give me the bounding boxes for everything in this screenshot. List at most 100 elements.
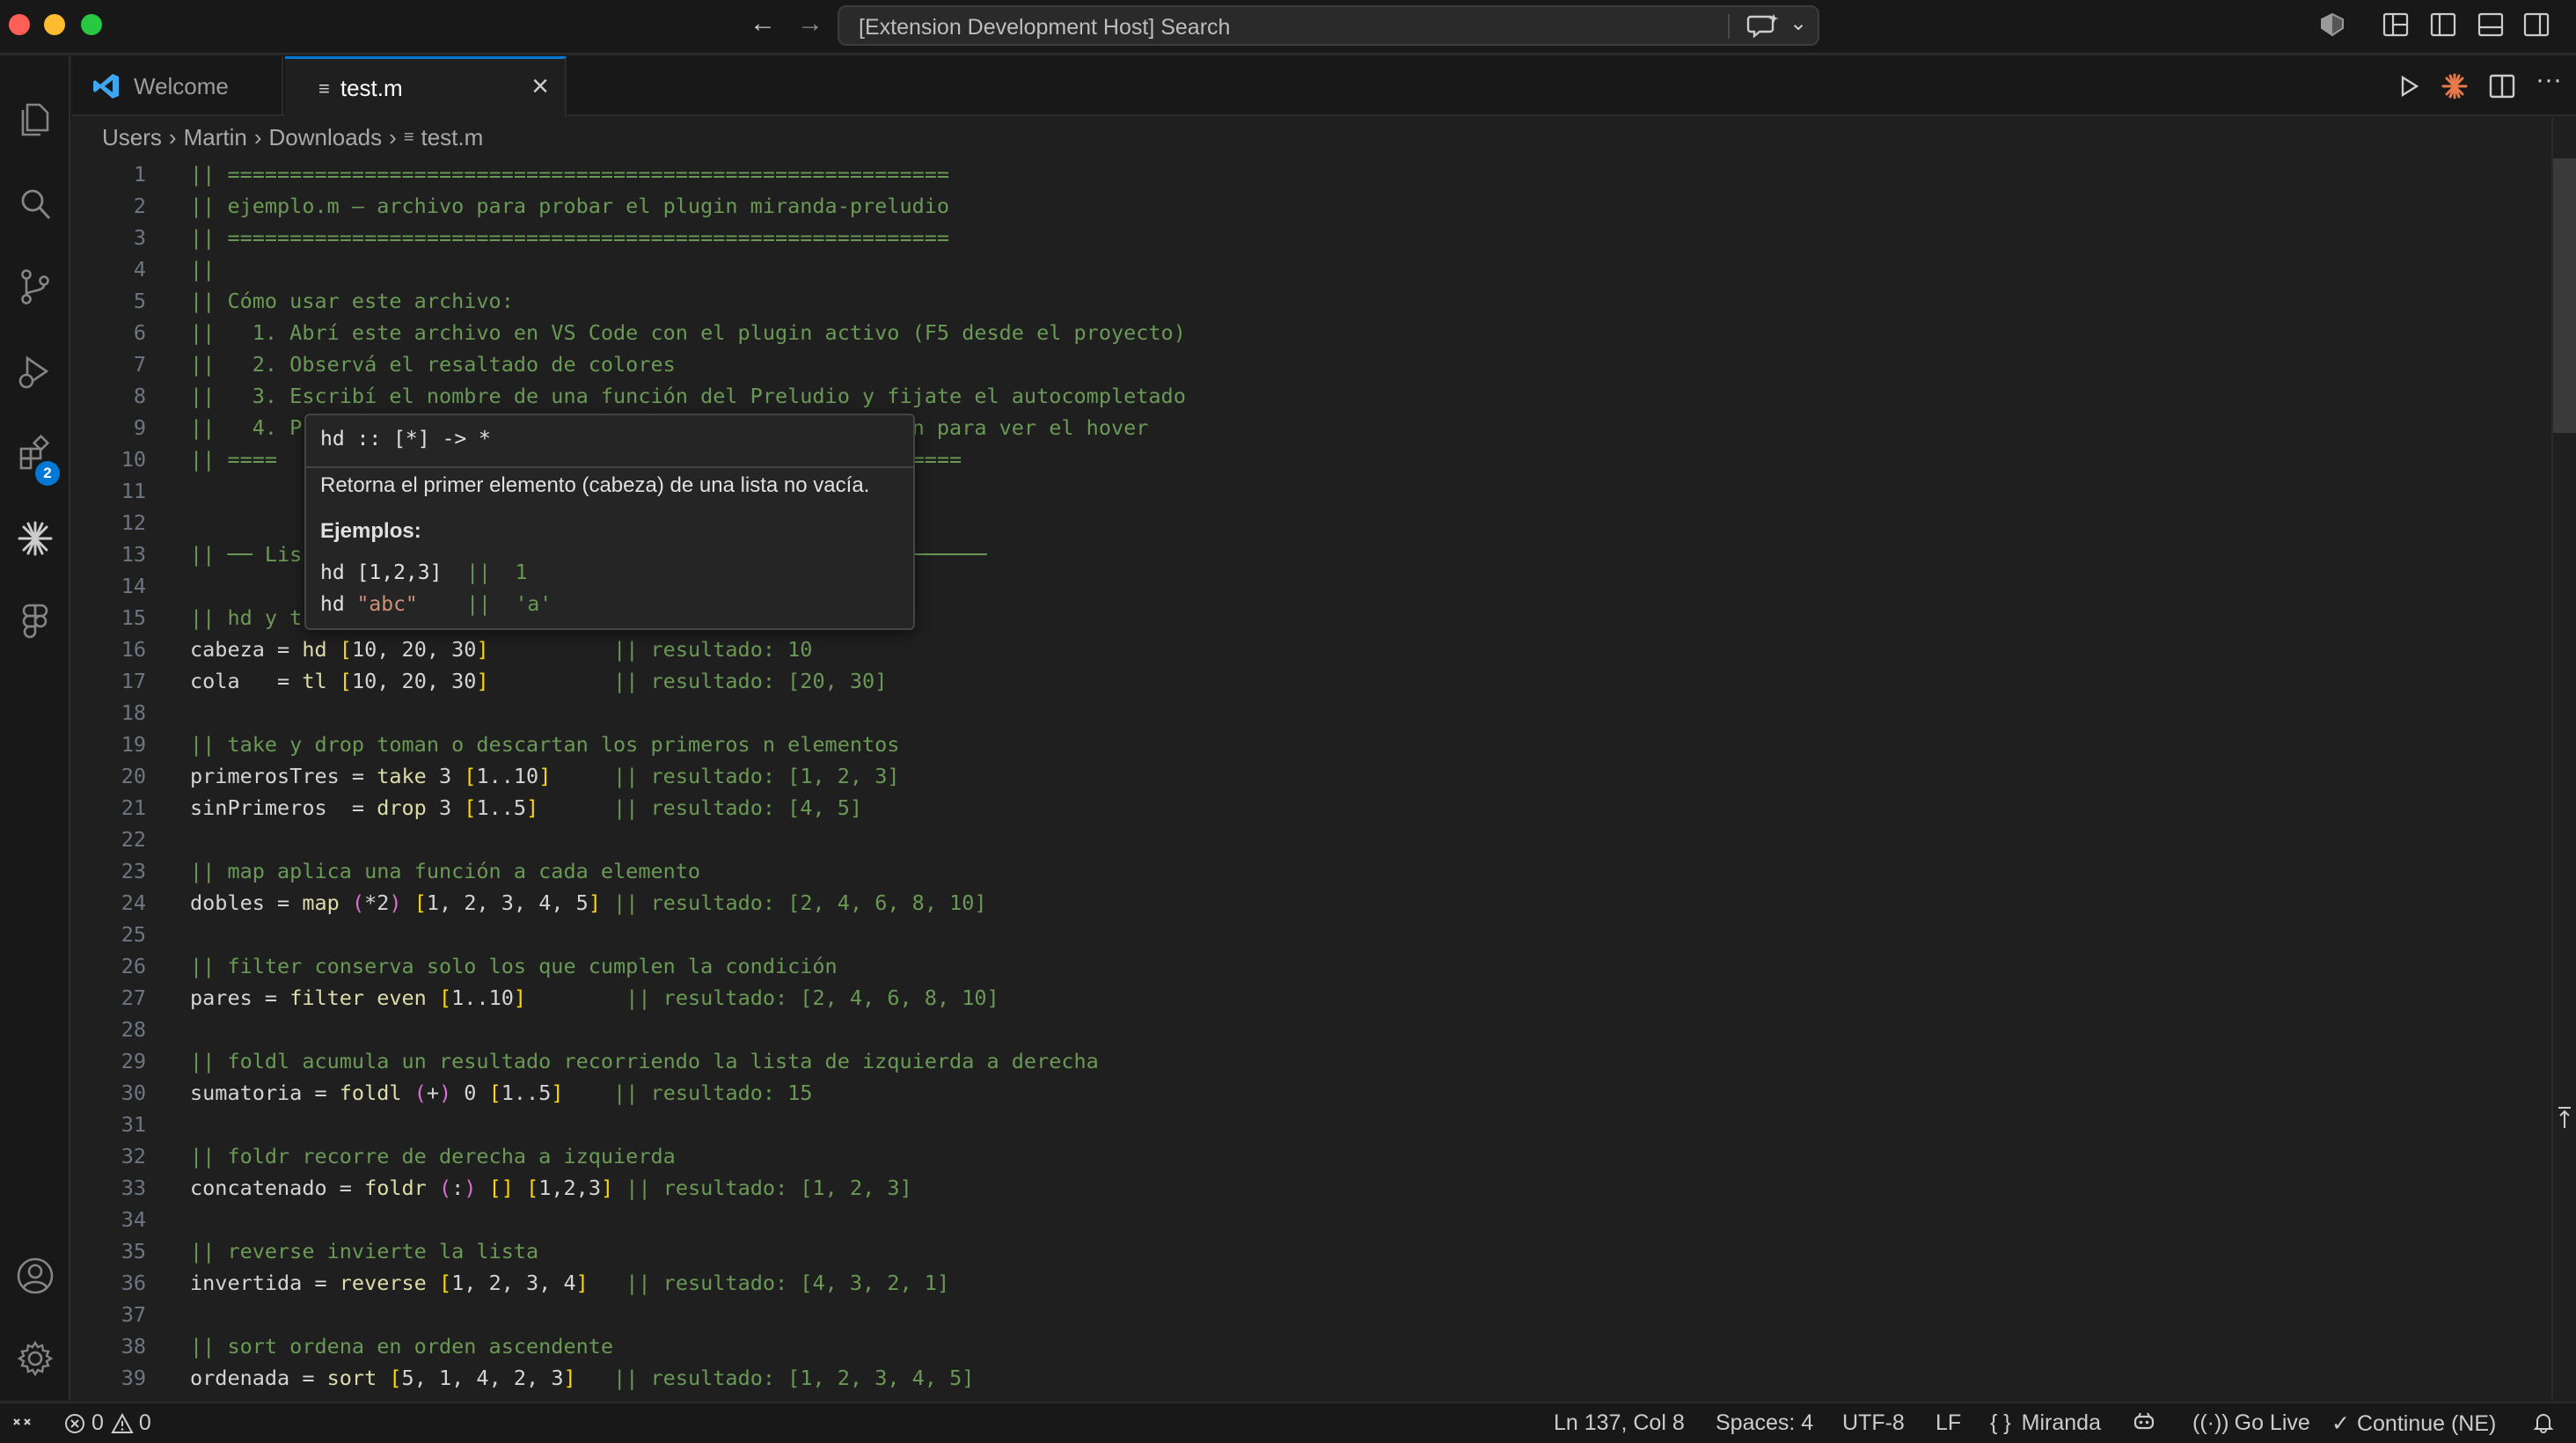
- run-icon[interactable]: [2395, 72, 2423, 100]
- code-line[interactable]: 35 || reverse invierte la lista: [72, 1235, 2553, 1267]
- code-line[interactable]: 32 || foldr recorre de derecha a izquierd…: [72, 1140, 2553, 1172]
- code-line[interactable]: 21 sinPrimeros = drop 3 [1..5] || resulta…: [72, 792, 2553, 824]
- close-tab-icon[interactable]: ×: [531, 71, 549, 101]
- line-number: 1: [133, 162, 146, 187]
- split-editor-icon[interactable]: [2488, 72, 2516, 100]
- code-line[interactable]: 33 concatenado = foldr (:) [] [1,2,3] || …: [72, 1172, 2553, 1204]
- line-number: 24: [121, 890, 146, 915]
- file-lines-icon: ≡: [403, 127, 414, 147]
- line-number: 8: [133, 384, 146, 408]
- code-line[interactable]: 22: [72, 824, 2553, 855]
- tab-test-m[interactable]: ≡ test.m ×: [285, 56, 567, 118]
- code-line[interactable]: 34: [72, 1204, 2553, 1235]
- code-line[interactable]: 24 dobles = map (*2) [1, 2, 3, 4, 5] || r…: [72, 887, 2553, 919]
- forward-arrow-icon[interactable]: →: [797, 11, 823, 37]
- code-line[interactable]: 17 cola = tl [10, 20, 30] || resultado: […: [72, 665, 2553, 697]
- line-code: || filter conserva solo los que cumplen …: [190, 954, 838, 978]
- go-live-button[interactable]: ((·)) Go Live: [2192, 1410, 2310, 1436]
- line-code: concatenado = foldr (:) [] [1,2,3] || re…: [190, 1176, 912, 1200]
- hover-example-1-code: hd [1,2,3]: [320, 561, 443, 584]
- code-line[interactable]: 38 || sort ordena en orden ascendente: [72, 1330, 2553, 1362]
- run-debug-icon[interactable]: [0, 336, 70, 407]
- code-line[interactable]: 30 sumatoria = foldl (+) 0 [1..5] || resu…: [72, 1077, 2553, 1109]
- extensions-icon[interactable]: 2: [0, 419, 70, 489]
- customize-layout-icon[interactable]: [2382, 12, 2409, 37]
- settings-gear-icon[interactable]: [0, 1323, 70, 1394]
- breadcrumb-file[interactable]: test.m: [421, 124, 483, 151]
- toggle-panel-icon[interactable]: [2477, 12, 2504, 37]
- chevron-down-icon[interactable]: ⌄: [1789, 11, 1807, 36]
- claude-icon[interactable]: [0, 503, 70, 574]
- breadcrumb-users[interactable]: Users: [102, 124, 162, 151]
- claude-spark-icon[interactable]: [2441, 72, 2469, 100]
- accounts-shield-icon[interactable]: [2319, 12, 2345, 37]
- line-number: 19: [121, 732, 146, 757]
- code-line[interactable]: 26 || filter conserva solo los que cumple…: [72, 950, 2553, 982]
- code-line[interactable]: 1 || ====================================…: [72, 158, 2553, 190]
- language-mode[interactable]: { } Miranda: [1990, 1410, 2101, 1436]
- breadcrumb-downloads[interactable]: Downloads: [269, 124, 383, 151]
- code-line[interactable]: 27 pares = filter even [1..10] || resulta…: [72, 982, 2553, 1014]
- line-code: || =====================================…: [190, 225, 950, 250]
- code-editor[interactable]: 1 || ====================================…: [72, 157, 2553, 1400]
- source-control-icon[interactable]: [0, 252, 70, 322]
- hover-example-2: hd "abc" || 'a': [320, 593, 552, 616]
- code-line[interactable]: 28: [72, 1014, 2553, 1045]
- maximize-window-button[interactable]: [81, 14, 102, 35]
- continue-label: Continue (NE): [2356, 1410, 2497, 1436]
- line-code: || foldr recorre de derecha a izquierda: [190, 1144, 676, 1168]
- code-line[interactable]: 2 || ejemplo.m — archivo para probar el p…: [72, 190, 2553, 222]
- end-of-line[interactable]: LF: [1936, 1410, 1961, 1436]
- code-line[interactable]: 31: [72, 1109, 2553, 1140]
- code-line[interactable]: 3 || ====================================…: [72, 222, 2553, 253]
- breadcrumb-martin[interactable]: Martin: [184, 124, 247, 151]
- scrollbar-thumb[interactable]: [2553, 158, 2576, 433]
- command-center[interactable]: [Extension Development Host] Search ⌄: [838, 5, 1819, 46]
- code-line[interactable]: 16 cabeza = hd [10, 20, 30] || resultado:…: [72, 634, 2553, 665]
- toggle-primary-sidebar-icon[interactable]: [2430, 12, 2456, 37]
- code-line[interactable]: 37: [72, 1299, 2553, 1330]
- more-actions-icon[interactable]: ···: [2536, 65, 2564, 94]
- code-line[interactable]: 8 || 3. Escribí el nombre de una función …: [72, 380, 2553, 412]
- code-line[interactable]: 5 || Cómo usar este archivo:: [72, 285, 2553, 317]
- line-number: 39: [121, 1366, 146, 1390]
- hover-tooltip: hd :: [*] -> * Retorna el primer element…: [304, 414, 915, 630]
- explorer-icon[interactable]: [0, 84, 70, 155]
- figma-icon[interactable]: [0, 586, 70, 656]
- code-line[interactable]: 7 || 2. Observá el resaltado de colores: [72, 348, 2553, 380]
- encoding[interactable]: UTF-8: [1842, 1410, 1905, 1436]
- notifications-bell-icon[interactable]: [2532, 1410, 2560, 1433]
- file-lines-icon: ≡: [318, 77, 330, 99]
- toggle-secondary-sidebar-icon[interactable]: [2523, 12, 2550, 37]
- code-line[interactable]: 6 || 1. Abrí este archivo en VS Code con …: [72, 317, 2553, 348]
- hover-example-2-string: "abc": [356, 593, 418, 616]
- accounts-icon[interactable]: [0, 1241, 70, 1311]
- remote-indicator-icon[interactable]: [11, 1410, 39, 1433]
- chat-icon[interactable]: [1745, 12, 1781, 39]
- code-line[interactable]: 18: [72, 697, 2553, 729]
- code-line[interactable]: 20 primerosTres = take 3 [1..10] || resul…: [72, 760, 2553, 792]
- indentation[interactable]: Spaces: 4: [1716, 1410, 1813, 1436]
- back-arrow-icon[interactable]: ←: [750, 11, 776, 37]
- tab-welcome[interactable]: Welcome: [72, 56, 283, 116]
- code-line[interactable]: 25: [72, 919, 2553, 950]
- line-number: 37: [121, 1302, 146, 1327]
- cursor-position[interactable]: Ln 137, Col 8: [1554, 1410, 1685, 1436]
- line-number: 9: [133, 415, 146, 440]
- line-number: 17: [121, 669, 146, 693]
- copilot-icon[interactable]: [2133, 1410, 2161, 1433]
- code-line[interactable]: 39 ordenada = sort [5, 1, 4, 2, 3] || res…: [72, 1362, 2553, 1394]
- search-icon[interactable]: [0, 169, 70, 239]
- code-line[interactable]: 4 ||: [72, 253, 2553, 285]
- code-line[interactable]: 36 invertida = reverse [1, 2, 3, 4] || re…: [72, 1267, 2553, 1299]
- code-line[interactable]: 29 || foldl acumula un resultado recorrie…: [72, 1045, 2553, 1077]
- code-line[interactable]: 23 || map aplica una función a cada eleme…: [72, 855, 2553, 887]
- close-window-button[interactable]: [9, 14, 30, 35]
- problems-indicator[interactable]: 0 0: [63, 1410, 151, 1436]
- line-code: || 1. Abrí este archivo en VS Code con e…: [190, 320, 1186, 345]
- continue-button[interactable]: ✓ Continue (NE): [2331, 1410, 2496, 1437]
- line-number: 14: [121, 574, 146, 598]
- line-number: 23: [121, 859, 146, 883]
- minimize-window-button[interactable]: [44, 14, 65, 35]
- code-line[interactable]: 19 || take y drop toman o descartan los p…: [72, 729, 2553, 760]
